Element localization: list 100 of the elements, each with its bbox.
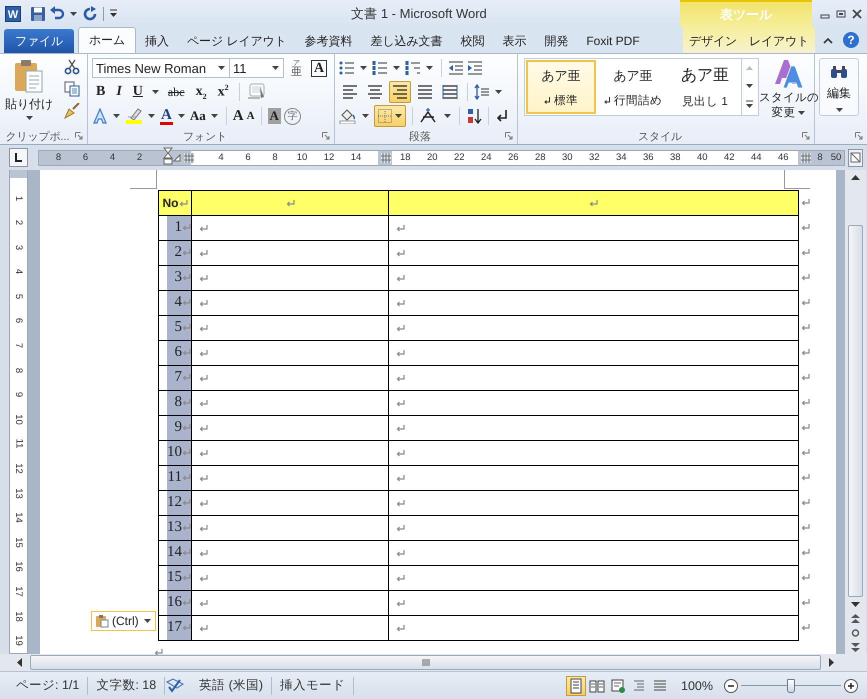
caret-icon[interactable]: [444, 114, 451, 118]
caret-icon[interactable]: [113, 114, 120, 118]
style-option[interactable]: あア亜 標準: [526, 60, 596, 114]
borders-button[interactable]: [374, 105, 406, 127]
align-right-button[interactable]: [389, 81, 411, 103]
font-name-field[interactable]: Times New Roman: [92, 58, 230, 78]
app-icon[interactable]: W: [5, 6, 21, 22]
ribbon-tab[interactable]: 校閲: [451, 29, 494, 53]
paste-options-button[interactable]: (Ctrl): [91, 611, 156, 631]
file-tab[interactable]: ファイル: [4, 29, 74, 53]
bullets-icon[interactable]: [339, 60, 355, 76]
hanging-indent-icon[interactable]: [172, 154, 180, 162]
decrease-indent-icon[interactable]: [448, 60, 464, 76]
caret-icon[interactable]: [798, 110, 804, 114]
text-effects-icon[interactable]: [92, 108, 108, 124]
enclose-characters-button[interactable]: 字: [284, 108, 301, 124]
help-button[interactable]: ?: [843, 32, 859, 48]
grow-font-button[interactable]: A: [232, 108, 244, 124]
word-count[interactable]: 文字数: 18: [88, 677, 164, 694]
close-icon[interactable]: [851, 8, 863, 20]
column-marker-icon[interactable]: [380, 150, 392, 164]
font-color-button[interactable]: A: [160, 108, 173, 124]
caret-icon[interactable]: [393, 66, 400, 70]
insert-mode-indicator[interactable]: 挿入モード: [272, 677, 353, 694]
cut-icon[interactable]: [64, 59, 80, 75]
highlight-icon[interactable]: [125, 108, 143, 124]
dialog-launcher-icon[interactable]: [322, 132, 330, 140]
font-size-field[interactable]: 11: [229, 58, 284, 78]
collapse-ribbon-icon[interactable]: [823, 36, 833, 44]
ribbon-tab[interactable]: 表示: [493, 29, 536, 53]
redo-icon[interactable]: [82, 6, 98, 22]
caret-icon[interactable]: [218, 66, 225, 70]
bold-button[interactable]: B: [92, 84, 110, 100]
underline-button[interactable]: U: [128, 84, 147, 100]
ribbon-tab[interactable]: 挿入: [136, 29, 178, 53]
dialog-launcher-icon[interactable]: [802, 132, 810, 140]
italic-button[interactable]: I: [112, 84, 126, 100]
tab-selector-icon[interactable]: [9, 148, 28, 167]
view-ruler-icon[interactable]: [848, 148, 863, 166]
ribbon-tab[interactable]: 参考資料: [295, 29, 362, 53]
ribbon-tab[interactable]: 差し込み文書: [361, 29, 452, 53]
caret-icon[interactable]: [362, 114, 369, 118]
ribbon-tab[interactable]: デザイン: [686, 29, 740, 53]
column-marker-icon[interactable]: [182, 150, 194, 164]
caret-icon[interactable]: [178, 114, 185, 118]
editing-button[interactable]: 編集: [819, 58, 859, 116]
dialog-launcher-icon[interactable]: [505, 132, 513, 140]
caret-icon[interactable]: [836, 108, 842, 112]
dialog-launcher-icon[interactable]: [74, 132, 83, 140]
page-count[interactable]: ページ: 1/1: [8, 677, 88, 694]
caret-icon[interactable]: [148, 114, 155, 118]
ribbon-tab[interactable]: ページ レイアウト: [178, 29, 296, 53]
ribbon-tab[interactable]: Foxit PDF: [577, 29, 649, 53]
style-option[interactable]: あア亜 行間詰め: [598, 60, 668, 114]
caret-icon[interactable]: [272, 66, 279, 70]
ribbon-tab[interactable]: レイアウト: [746, 29, 812, 53]
shrink-font-button[interactable]: A: [246, 110, 255, 122]
change-styles-button[interactable]: スタイルの 変更: [761, 58, 817, 126]
paste-label[interactable]: 貼り付け: [5, 96, 53, 113]
print-view-button[interactable]: [566, 676, 586, 696]
increase-indent-icon[interactable]: [467, 60, 483, 76]
caret-icon[interactable]: [144, 619, 151, 623]
caret-icon[interactable]: [495, 90, 502, 94]
style-option[interactable]: あア亜 見出し 1: [670, 60, 740, 114]
customize-menu-icon[interactable]: [109, 9, 118, 18]
clipboard-icon[interactable]: [14, 59, 44, 93]
restore-icon[interactable]: [835, 8, 847, 20]
numbering-icon[interactable]: [372, 60, 388, 76]
undo-icon[interactable]: [49, 6, 65, 22]
character-shading-button[interactable]: A: [268, 108, 281, 124]
character-border-button[interactable]: A: [311, 60, 327, 76]
multilevel-list-icon[interactable]: [405, 60, 421, 76]
zoom-slider-thumb[interactable]: [787, 678, 795, 692]
caret-icon[interactable]: [152, 90, 159, 94]
format-painter-icon[interactable]: [64, 103, 80, 119]
caret-icon[interactable]: [426, 66, 433, 70]
caret-icon[interactable]: [395, 114, 402, 118]
column-marker-icon[interactable]: [800, 150, 812, 164]
strikethrough-button[interactable]: abc: [164, 84, 189, 100]
zoom-out-icon[interactable]: [723, 678, 739, 694]
caret-icon[interactable]: [26, 116, 32, 120]
proofing-icon[interactable]: [165, 678, 186, 694]
caret-icon[interactable]: [70, 12, 77, 16]
ribbon-tab[interactable]: 開発: [535, 29, 578, 53]
zoom-level[interactable]: 100%: [671, 678, 723, 692]
zoom-in-icon[interactable]: [843, 678, 859, 694]
caret-icon[interactable]: [360, 66, 367, 70]
shading-icon[interactable]: [339, 108, 357, 124]
scroll-thumb[interactable]: [848, 225, 863, 597]
line-spacing-icon[interactable]: [474, 84, 490, 100]
subscript-button[interactable]: x$_{2}$: [192, 84, 211, 100]
change-case-button[interactable]: Aa: [190, 108, 206, 124]
superscript-button[interactable]: x$^{2}$: [214, 83, 233, 101]
dialog-launcher-icon[interactable]: [855, 132, 863, 140]
caret-icon[interactable]: [210, 114, 218, 118]
sort-icon[interactable]: [466, 108, 482, 124]
scroll-thumb[interactable]: [30, 655, 821, 670]
copy-icon[interactable]: [64, 81, 80, 97]
language-indicator[interactable]: 英語 (米国): [185, 677, 271, 694]
save-icon[interactable]: [30, 6, 46, 22]
